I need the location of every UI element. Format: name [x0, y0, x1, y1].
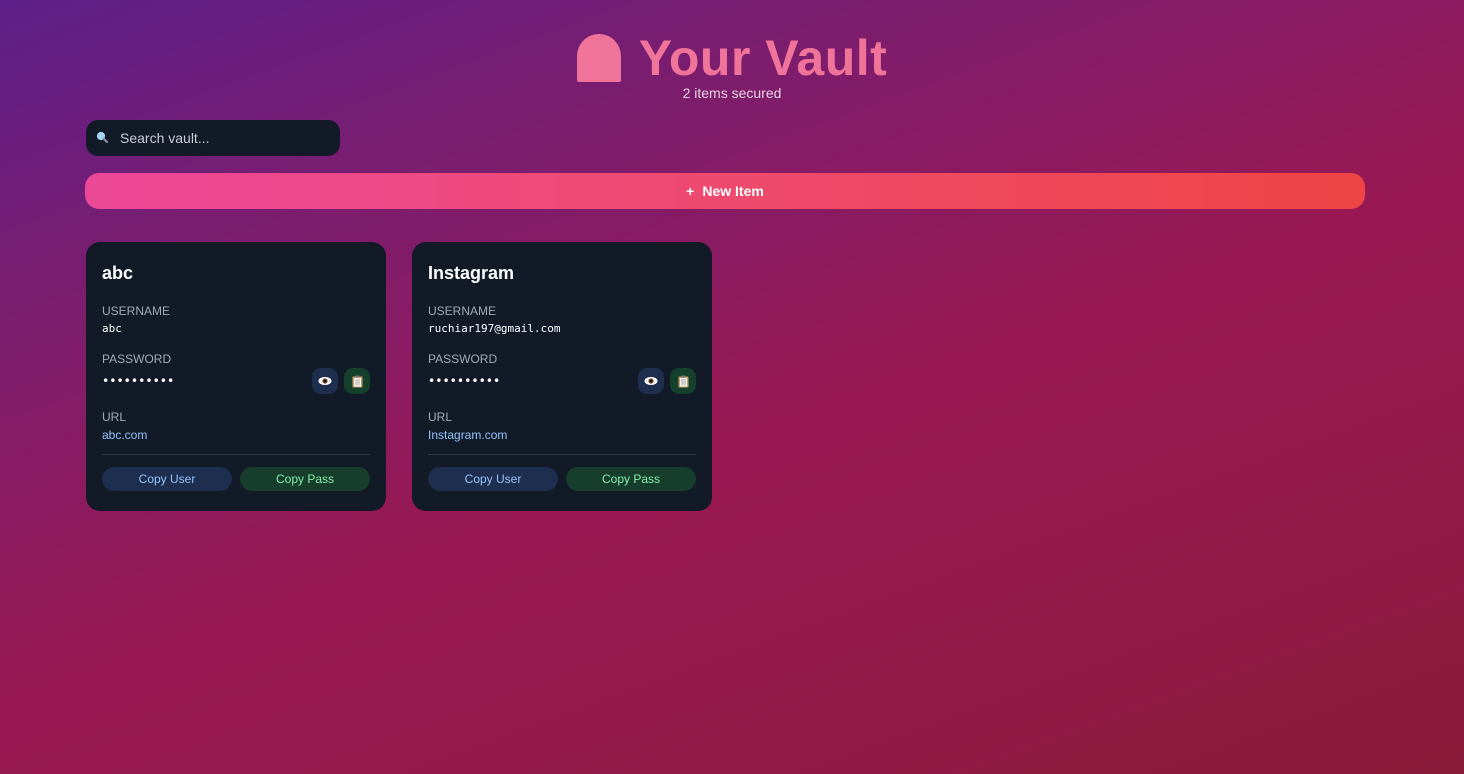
password-value: ••••••••••: [428, 374, 501, 388]
eye-icon[interactable]: [312, 368, 338, 394]
password-row: ••••••••••: [102, 368, 370, 394]
password-value: ••••••••••: [102, 374, 175, 388]
copy-pass-button[interactable]: Copy Pass: [566, 467, 696, 491]
url-label: URL: [428, 410, 453, 424]
password-label: PASSWORD: [102, 352, 172, 366]
password-actions: [638, 368, 696, 394]
username-label: USERNAME: [428, 304, 497, 318]
url-label: URL: [102, 410, 127, 424]
item-title: abc: [102, 263, 134, 283]
magnifier-icon: [96, 131, 112, 146]
copy-user-button[interactable]: Copy User: [428, 467, 558, 491]
new-item-label: New Item: [702, 183, 764, 199]
vault-header: Your Vault 2 items secured: [0, 30, 1464, 100]
page-title: Your Vault: [638, 30, 888, 86]
username-value: abc: [102, 322, 122, 335]
item-title: Instagram: [428, 263, 515, 283]
vault-item-card: Instagram USERNAME ruchiar197@gmail.com …: [412, 242, 712, 511]
clipboard-icon[interactable]: [670, 368, 696, 394]
search-input[interactable]: [118, 129, 332, 147]
eye-icon[interactable]: [638, 368, 664, 394]
title-row: Your Vault: [0, 30, 1464, 86]
plus-icon: +: [686, 183, 695, 199]
items-count: 2 items secured: [682, 85, 782, 101]
card-actions: Copy User Copy Pass: [102, 467, 370, 491]
card-divider: [428, 454, 696, 455]
copy-user-button[interactable]: Copy User: [102, 467, 232, 491]
copy-pass-button[interactable]: Copy Pass: [240, 467, 370, 491]
vault-item-card: abc USERNAME abc PASSWORD •••••••••• URL…: [86, 242, 386, 511]
search-box[interactable]: [86, 120, 340, 156]
vault-items-grid: abc USERNAME abc PASSWORD •••••••••• URL…: [86, 242, 712, 511]
password-row: ••••••••••: [428, 368, 696, 394]
password-actions: [312, 368, 370, 394]
card-actions: Copy User Copy Pass: [428, 467, 696, 491]
url-link[interactable]: Instagram.com: [428, 428, 696, 442]
clipboard-icon[interactable]: [344, 368, 370, 394]
new-item-button[interactable]: + New Item: [85, 173, 1365, 209]
username-value: ruchiar197@gmail.com: [428, 322, 561, 335]
password-label: PASSWORD: [428, 352, 498, 366]
card-divider: [102, 454, 370, 455]
username-label: USERNAME: [102, 304, 171, 318]
url-link[interactable]: abc.com: [102, 428, 370, 442]
lock-icon: [576, 34, 621, 82]
